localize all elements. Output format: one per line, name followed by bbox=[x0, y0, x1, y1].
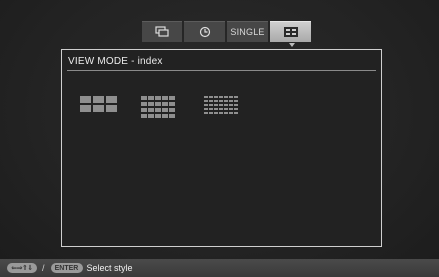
arrow-keys-icon: ⇐⇒⇑⇓ bbox=[7, 263, 37, 273]
thumbnail-cell bbox=[80, 96, 91, 103]
thumbnail-cell bbox=[229, 108, 233, 110]
thumbnail-cell bbox=[148, 114, 154, 118]
thumbnail-cell bbox=[141, 114, 147, 118]
thumbnail-cell bbox=[141, 102, 147, 106]
thumbnail-cell bbox=[224, 104, 228, 106]
thumbnail-cell bbox=[219, 104, 223, 106]
thumbnail-cell bbox=[214, 104, 218, 106]
divider bbox=[67, 70, 376, 71]
thumbnail-cell bbox=[169, 96, 175, 100]
thumbnail-cell bbox=[93, 105, 104, 112]
thumbnail-cell bbox=[214, 112, 218, 114]
thumbnail-cell bbox=[234, 104, 238, 106]
thumbnail-cell bbox=[155, 114, 161, 118]
help-text: Select style bbox=[86, 263, 133, 273]
thumbnail-cell bbox=[224, 100, 228, 102]
index-option-small[interactable] bbox=[204, 96, 238, 114]
thumbnail-cell bbox=[155, 108, 161, 112]
thumbnail-cell bbox=[204, 104, 208, 106]
thumbnail-cell bbox=[234, 100, 238, 102]
thumbnail-cell bbox=[209, 104, 213, 106]
thumbnail-cell bbox=[234, 112, 238, 114]
thumbnail-cell bbox=[214, 108, 218, 110]
slideshow-icon bbox=[155, 26, 169, 37]
thumbnail-cell bbox=[224, 112, 228, 114]
thumbnail-cell bbox=[80, 105, 91, 112]
clock-icon bbox=[199, 26, 210, 38]
thumbnail-cell bbox=[162, 108, 168, 112]
thumbnail-cell bbox=[169, 108, 175, 112]
tab-pointer-icon bbox=[289, 43, 295, 47]
tab-single[interactable]: SINGLE bbox=[227, 21, 268, 42]
thumbnail-cell bbox=[219, 96, 223, 98]
thumbnail-cell bbox=[224, 108, 228, 110]
view-mode-panel: VIEW MODE - index bbox=[61, 49, 382, 247]
thumbnail-cell bbox=[214, 96, 218, 98]
thumbnail-cell bbox=[141, 96, 147, 100]
thumbnail-cell bbox=[219, 108, 223, 110]
thumbnail-cell bbox=[162, 102, 168, 106]
thumbnail-cell bbox=[106, 96, 117, 103]
index-grid-icon bbox=[283, 27, 298, 37]
thumbnail-cell bbox=[234, 108, 238, 110]
thumbnail-cell bbox=[106, 105, 117, 112]
thumbnail-cell bbox=[148, 96, 154, 100]
thumbnail-cell bbox=[169, 102, 175, 106]
thumbnail-cell bbox=[209, 100, 213, 102]
thumbnail-cell bbox=[229, 96, 233, 98]
index-option-large[interactable] bbox=[80, 96, 117, 112]
thumbnail-cell bbox=[162, 114, 168, 118]
tab-single-label: SINGLE bbox=[230, 27, 265, 37]
thumbnail-cell bbox=[219, 100, 223, 102]
screen: SINGLE VIEW MODE - index ⇐⇒⇑⇓ / ENTER Se… bbox=[0, 0, 439, 277]
thumbnail-cell bbox=[169, 114, 175, 118]
thumbnail-cell bbox=[229, 100, 233, 102]
view-mode-tabs: SINGLE bbox=[142, 21, 313, 42]
thumbnail-cell bbox=[204, 100, 208, 102]
panel-title: VIEW MODE - index bbox=[68, 56, 163, 67]
thumbnail-cell bbox=[214, 100, 218, 102]
thumbnail-cell bbox=[162, 96, 168, 100]
thumbnail-cell bbox=[155, 102, 161, 106]
thumbnail-cell bbox=[209, 112, 213, 114]
thumbnail-cell bbox=[234, 96, 238, 98]
thumbnail-cell bbox=[209, 96, 213, 98]
thumbnail-cell bbox=[155, 96, 161, 100]
thumbnail-cell bbox=[93, 96, 104, 103]
enter-key-icon: ENTER bbox=[50, 263, 83, 273]
tab-clock[interactable] bbox=[184, 21, 225, 42]
thumbnail-cell bbox=[229, 104, 233, 106]
thumbnail-cell bbox=[204, 108, 208, 110]
help-bar: ⇐⇒⇑⇓ / ENTER Select style bbox=[0, 259, 439, 277]
thumbnail-cell bbox=[148, 102, 154, 106]
thumbnail-cell bbox=[224, 96, 228, 98]
tab-index[interactable] bbox=[270, 21, 311, 42]
thumbnail-cell bbox=[148, 108, 154, 112]
tab-slideshow[interactable] bbox=[142, 21, 182, 42]
thumbnail-cell bbox=[209, 108, 213, 110]
separator: / bbox=[42, 263, 45, 273]
index-option-medium[interactable] bbox=[141, 96, 175, 118]
thumbnail-cell bbox=[204, 96, 208, 98]
thumbnail-cell bbox=[204, 112, 208, 114]
thumbnail-cell bbox=[219, 112, 223, 114]
thumbnail-cell bbox=[229, 112, 233, 114]
thumbnail-cell bbox=[141, 108, 147, 112]
